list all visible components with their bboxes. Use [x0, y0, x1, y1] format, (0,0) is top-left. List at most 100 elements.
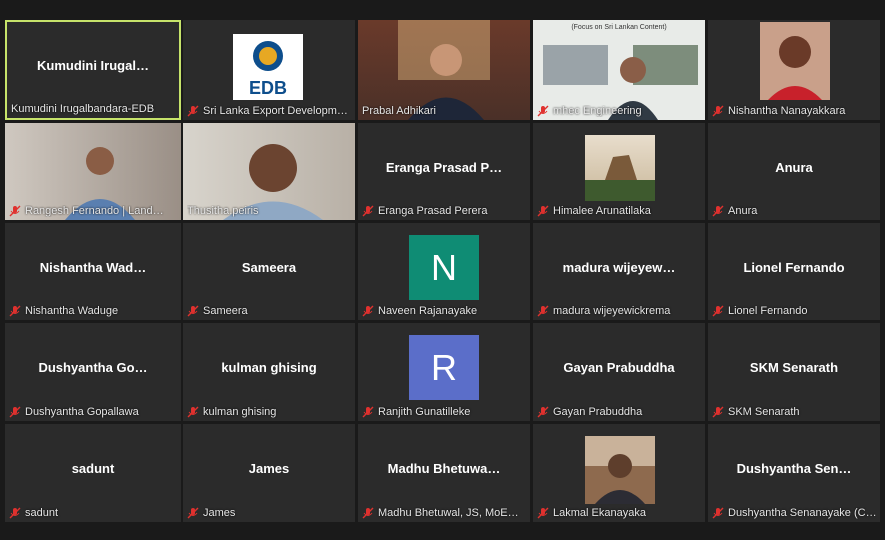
participant-label: Gayan Prabuddha: [537, 406, 701, 418]
participant-tile-naveen[interactable]: N Naveen Rajanayake: [358, 223, 530, 320]
participant-tile-lakmal[interactable]: Lakmal Ekanayaka: [533, 424, 705, 522]
mic-muted-icon: [537, 507, 549, 519]
participant-name: Nishantha Waduge: [25, 305, 119, 317]
participant-name: Rangesh Fernando | Land…: [25, 205, 164, 217]
participant-name: Thusitha.peiris: [187, 205, 259, 217]
participant-tile-lionel[interactable]: Lionel Fernando Lionel Fernando: [708, 223, 880, 320]
participant-center-name: sadunt: [71, 461, 115, 477]
participant-tile-himalee[interactable]: Himalee Arunatilaka: [533, 123, 705, 220]
participant-label: Nishantha Nanayakkara: [712, 105, 876, 117]
participant-tile-prabal[interactable]: Prabal Adhikari: [358, 20, 530, 120]
edb-logo-icon: EDB: [249, 41, 287, 98]
participant-label: James: [187, 507, 351, 519]
participant-label: Lakmal Ekanayaka: [537, 507, 701, 519]
participant-center-name: Eranga Prasad P…: [385, 159, 503, 175]
participant-tile-mhec[interactable]: (Focus on Sri Lankan Content) mhec Engin…: [533, 20, 705, 120]
mic-muted-icon: [537, 205, 549, 217]
participant-center-name: Sameera: [241, 259, 297, 275]
mic-muted-icon: [362, 406, 374, 418]
participant-name: Naveen Rajanayake: [378, 305, 478, 317]
mic-muted-icon: [187, 406, 199, 418]
participant-name: Gayan Prabuddha: [553, 406, 643, 418]
participant-name: Anura: [728, 205, 758, 217]
participant-tile-kumudini[interactable]: Kumudini Irugal… Kumudini Irugalbandara-…: [5, 20, 181, 120]
mic-muted-icon: [9, 507, 21, 519]
mic-muted-icon: [9, 305, 21, 317]
mic-muted-icon: [362, 507, 374, 519]
avatar: R: [409, 335, 479, 400]
participant-label: Madhu Bhetuwal, JS, MoE…: [362, 507, 526, 519]
participant-label: Himalee Arunatilaka: [537, 205, 701, 217]
mic-muted-icon: [9, 406, 21, 418]
participant-name: Himalee Arunatilaka: [553, 205, 651, 217]
participant-center-name: madura wijeyew…: [562, 259, 676, 275]
participant-tile-skm[interactable]: SKM Senarath SKM Senarath: [708, 323, 880, 421]
participant-label: Sri Lanka Export Developm…: [187, 105, 351, 117]
participant-tile-thusitha[interactable]: Thusitha.peiris: [183, 123, 355, 220]
mic-muted-icon: [712, 205, 724, 217]
participant-tile-gayan[interactable]: Gayan Prabuddha Gayan Prabuddha: [533, 323, 705, 421]
mic-muted-icon: [9, 205, 21, 217]
participant-name: Nishantha Nanayakkara: [728, 105, 846, 117]
participant-name: Eranga Prasad Perera: [378, 205, 488, 217]
participant-photo: [760, 22, 830, 100]
participant-tile-sameera[interactable]: Sameera Sameera: [183, 223, 355, 320]
participant-center-name: James: [248, 461, 290, 477]
participant-name: kulman ghising: [203, 406, 277, 418]
landscape-photo-icon: [585, 155, 655, 201]
image-caption: (Focus on Sri Lankan Content): [571, 24, 667, 31]
participant-center-name: Dushyantha Go…: [38, 360, 148, 376]
participant-label: Eranga Prasad Perera: [362, 205, 526, 217]
participant-center-name: Gayan Prabuddha: [563, 360, 675, 376]
participant-name: Ranjith Gunatilleke: [378, 406, 471, 418]
participant-label: SKM Senarath: [712, 406, 876, 418]
mic-muted-icon: [712, 105, 724, 117]
participant-name: mhec Engineering: [553, 105, 642, 117]
edb-logo: EDB: [233, 34, 303, 100]
participant-tile-slepd[interactable]: EDB Sri Lanka Export Developm…: [183, 20, 355, 120]
participant-center-name: Madhu Bhetuwa…: [387, 461, 501, 477]
participant-label: Dushyantha Gopallawa: [9, 406, 177, 418]
participant-tile-nishantha-n[interactable]: Nishantha Nanayakkara: [708, 20, 880, 120]
participant-name: Kumudini Irugalbandara-EDB: [11, 103, 155, 115]
participant-label: Nishantha Waduge: [9, 305, 177, 317]
participant-tile-madura[interactable]: madura wijeyew… madura wijeyewickrema: [533, 223, 705, 320]
mic-muted-icon: [712, 406, 724, 418]
participant-tile-ranjith[interactable]: R Ranjith Gunatilleke: [358, 323, 530, 421]
participant-name: Lakmal Ekanayaka: [553, 507, 646, 519]
participant-name: Sri Lanka Export Developm…: [203, 105, 348, 117]
participant-label: Thusitha.peiris: [187, 205, 351, 217]
participant-label: kulman ghising: [187, 406, 351, 418]
mic-muted-icon: [537, 305, 549, 317]
participant-tile-madhu[interactable]: Madhu Bhetuwa… Madhu Bhetuwal, JS, MoE…: [358, 424, 530, 522]
participant-name: SKM Senarath: [728, 406, 800, 418]
participant-tile-eranga[interactable]: Eranga Prasad P… Eranga Prasad Perera: [358, 123, 530, 220]
participant-name: James: [203, 507, 236, 519]
participant-name: sadunt: [25, 507, 59, 519]
participant-tile-nishantha-w[interactable]: Nishantha Wad… Nishantha Waduge: [5, 223, 181, 320]
participant-center-name: kulman ghising: [221, 360, 317, 376]
mic-muted-icon: [712, 305, 724, 317]
participant-label: Anura: [712, 205, 876, 217]
mic-muted-icon: [187, 507, 199, 519]
participant-label: Prabal Adhikari: [362, 105, 526, 117]
participant-label: Kumudini Irugalbandara-EDB: [11, 103, 175, 115]
participant-tile-dushyantha-s[interactable]: Dushyantha Sen… Dushyantha Senanayake (C…: [708, 424, 880, 522]
avatar: N: [409, 235, 479, 300]
participant-label: mhec Engineering: [537, 105, 701, 117]
participant-name: madura wijeyewickrema: [553, 305, 671, 317]
participant-tile-kulman[interactable]: kulman ghising kulman ghising: [183, 323, 355, 421]
participant-label: Rangesh Fernando | Land…: [9, 205, 177, 217]
participant-tile-rangesh[interactable]: Rangesh Fernando | Land…: [5, 123, 181, 220]
participant-name: Lionel Fernando: [728, 305, 808, 317]
participant-tile-sadunt[interactable]: sadunt sadunt: [5, 424, 181, 522]
mic-muted-icon: [362, 305, 374, 317]
participant-tile-james[interactable]: James James: [183, 424, 355, 522]
participant-tile-anura[interactable]: Anura Anura: [708, 123, 880, 220]
logo-text: EDB: [249, 78, 287, 98]
participant-label: Naveen Rajanayake: [362, 305, 526, 317]
participant-tile-dushyantha-g[interactable]: Dushyantha Go… Dushyantha Gopallawa: [5, 323, 181, 421]
participant-photo: [585, 436, 655, 504]
participant-label: sadunt: [9, 507, 177, 519]
mic-muted-icon: [537, 105, 549, 117]
